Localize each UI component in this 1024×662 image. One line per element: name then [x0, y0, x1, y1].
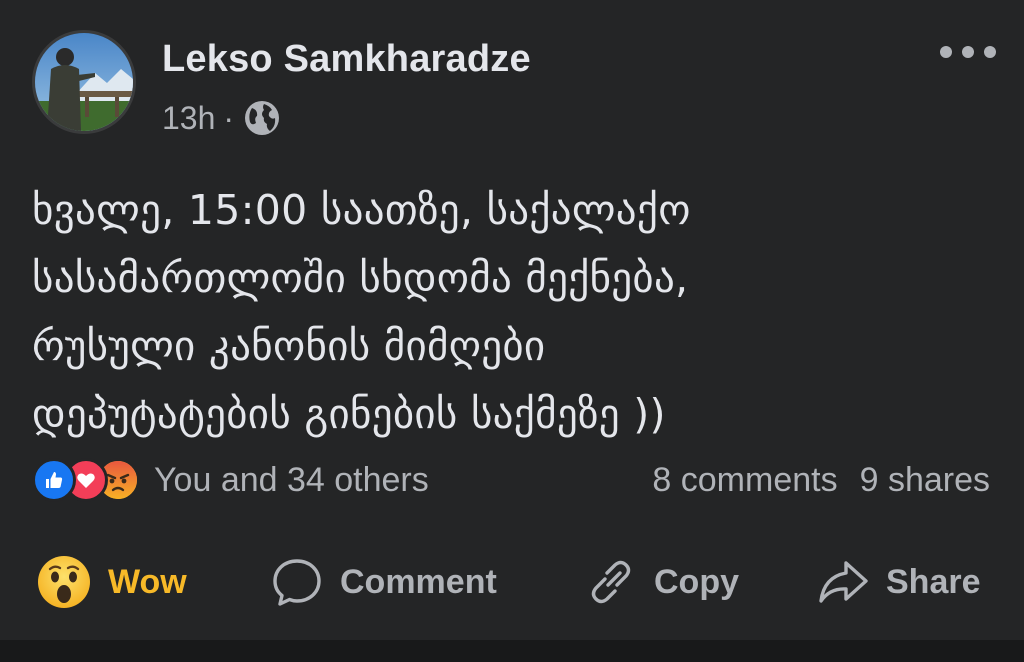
- copy-link-button[interactable]: Copy: [584, 548, 739, 616]
- action-bar: Wow Comment Copy Share: [0, 548, 1024, 616]
- globe-icon: [242, 98, 282, 138]
- post-timestamp[interactable]: 13h: [162, 100, 215, 137]
- post-text-line: სასამართლოში სხდომა მექნება,: [32, 254, 689, 302]
- shares-count[interactable]: 9 shares: [860, 461, 990, 500]
- share-button[interactable]: Share: [816, 548, 981, 616]
- link-icon: [584, 555, 638, 609]
- post-meta: 13h ·: [162, 96, 282, 140]
- post-text-line: დეპუტატების გინების საქმეზე )): [32, 390, 666, 438]
- engagement-counts: 8 comments 9 shares: [652, 456, 990, 504]
- like-icon: [32, 458, 76, 502]
- post-text: ხვალე, 15:00 საათზე, საქალაქო სასამართლო…: [32, 176, 992, 448]
- reactions-summary[interactable]: You and 34 others: [32, 456, 429, 504]
- share-label: Share: [886, 562, 981, 601]
- comment-icon: [270, 555, 324, 609]
- author-name[interactable]: Lekso Samkharadze: [162, 38, 531, 81]
- comment-button[interactable]: Comment: [270, 548, 497, 616]
- comments-count[interactable]: 8 comments: [652, 461, 837, 500]
- share-icon: [816, 555, 870, 609]
- meta-separator: ·: [223, 99, 235, 136]
- post-text-line: რუსული კანონის მიმღები: [32, 322, 546, 370]
- avatar[interactable]: [32, 30, 136, 134]
- wow-reaction-button[interactable]: Wow: [36, 548, 187, 616]
- post-card: Lekso Samkharadze 13h · ხვალე, 15:00 საა…: [0, 0, 1024, 640]
- post-text-line: ხვალე, 15:00 საათზე, საქალაქო: [32, 186, 691, 234]
- wow-label: Wow: [108, 562, 187, 601]
- reaction-count-text[interactable]: You and 34 others: [154, 461, 429, 500]
- copy-label: Copy: [654, 562, 739, 601]
- bottom-divider: [0, 640, 1024, 662]
- more-options-icon[interactable]: [940, 42, 996, 62]
- wow-icon: [36, 554, 92, 610]
- comment-label: Comment: [340, 562, 497, 601]
